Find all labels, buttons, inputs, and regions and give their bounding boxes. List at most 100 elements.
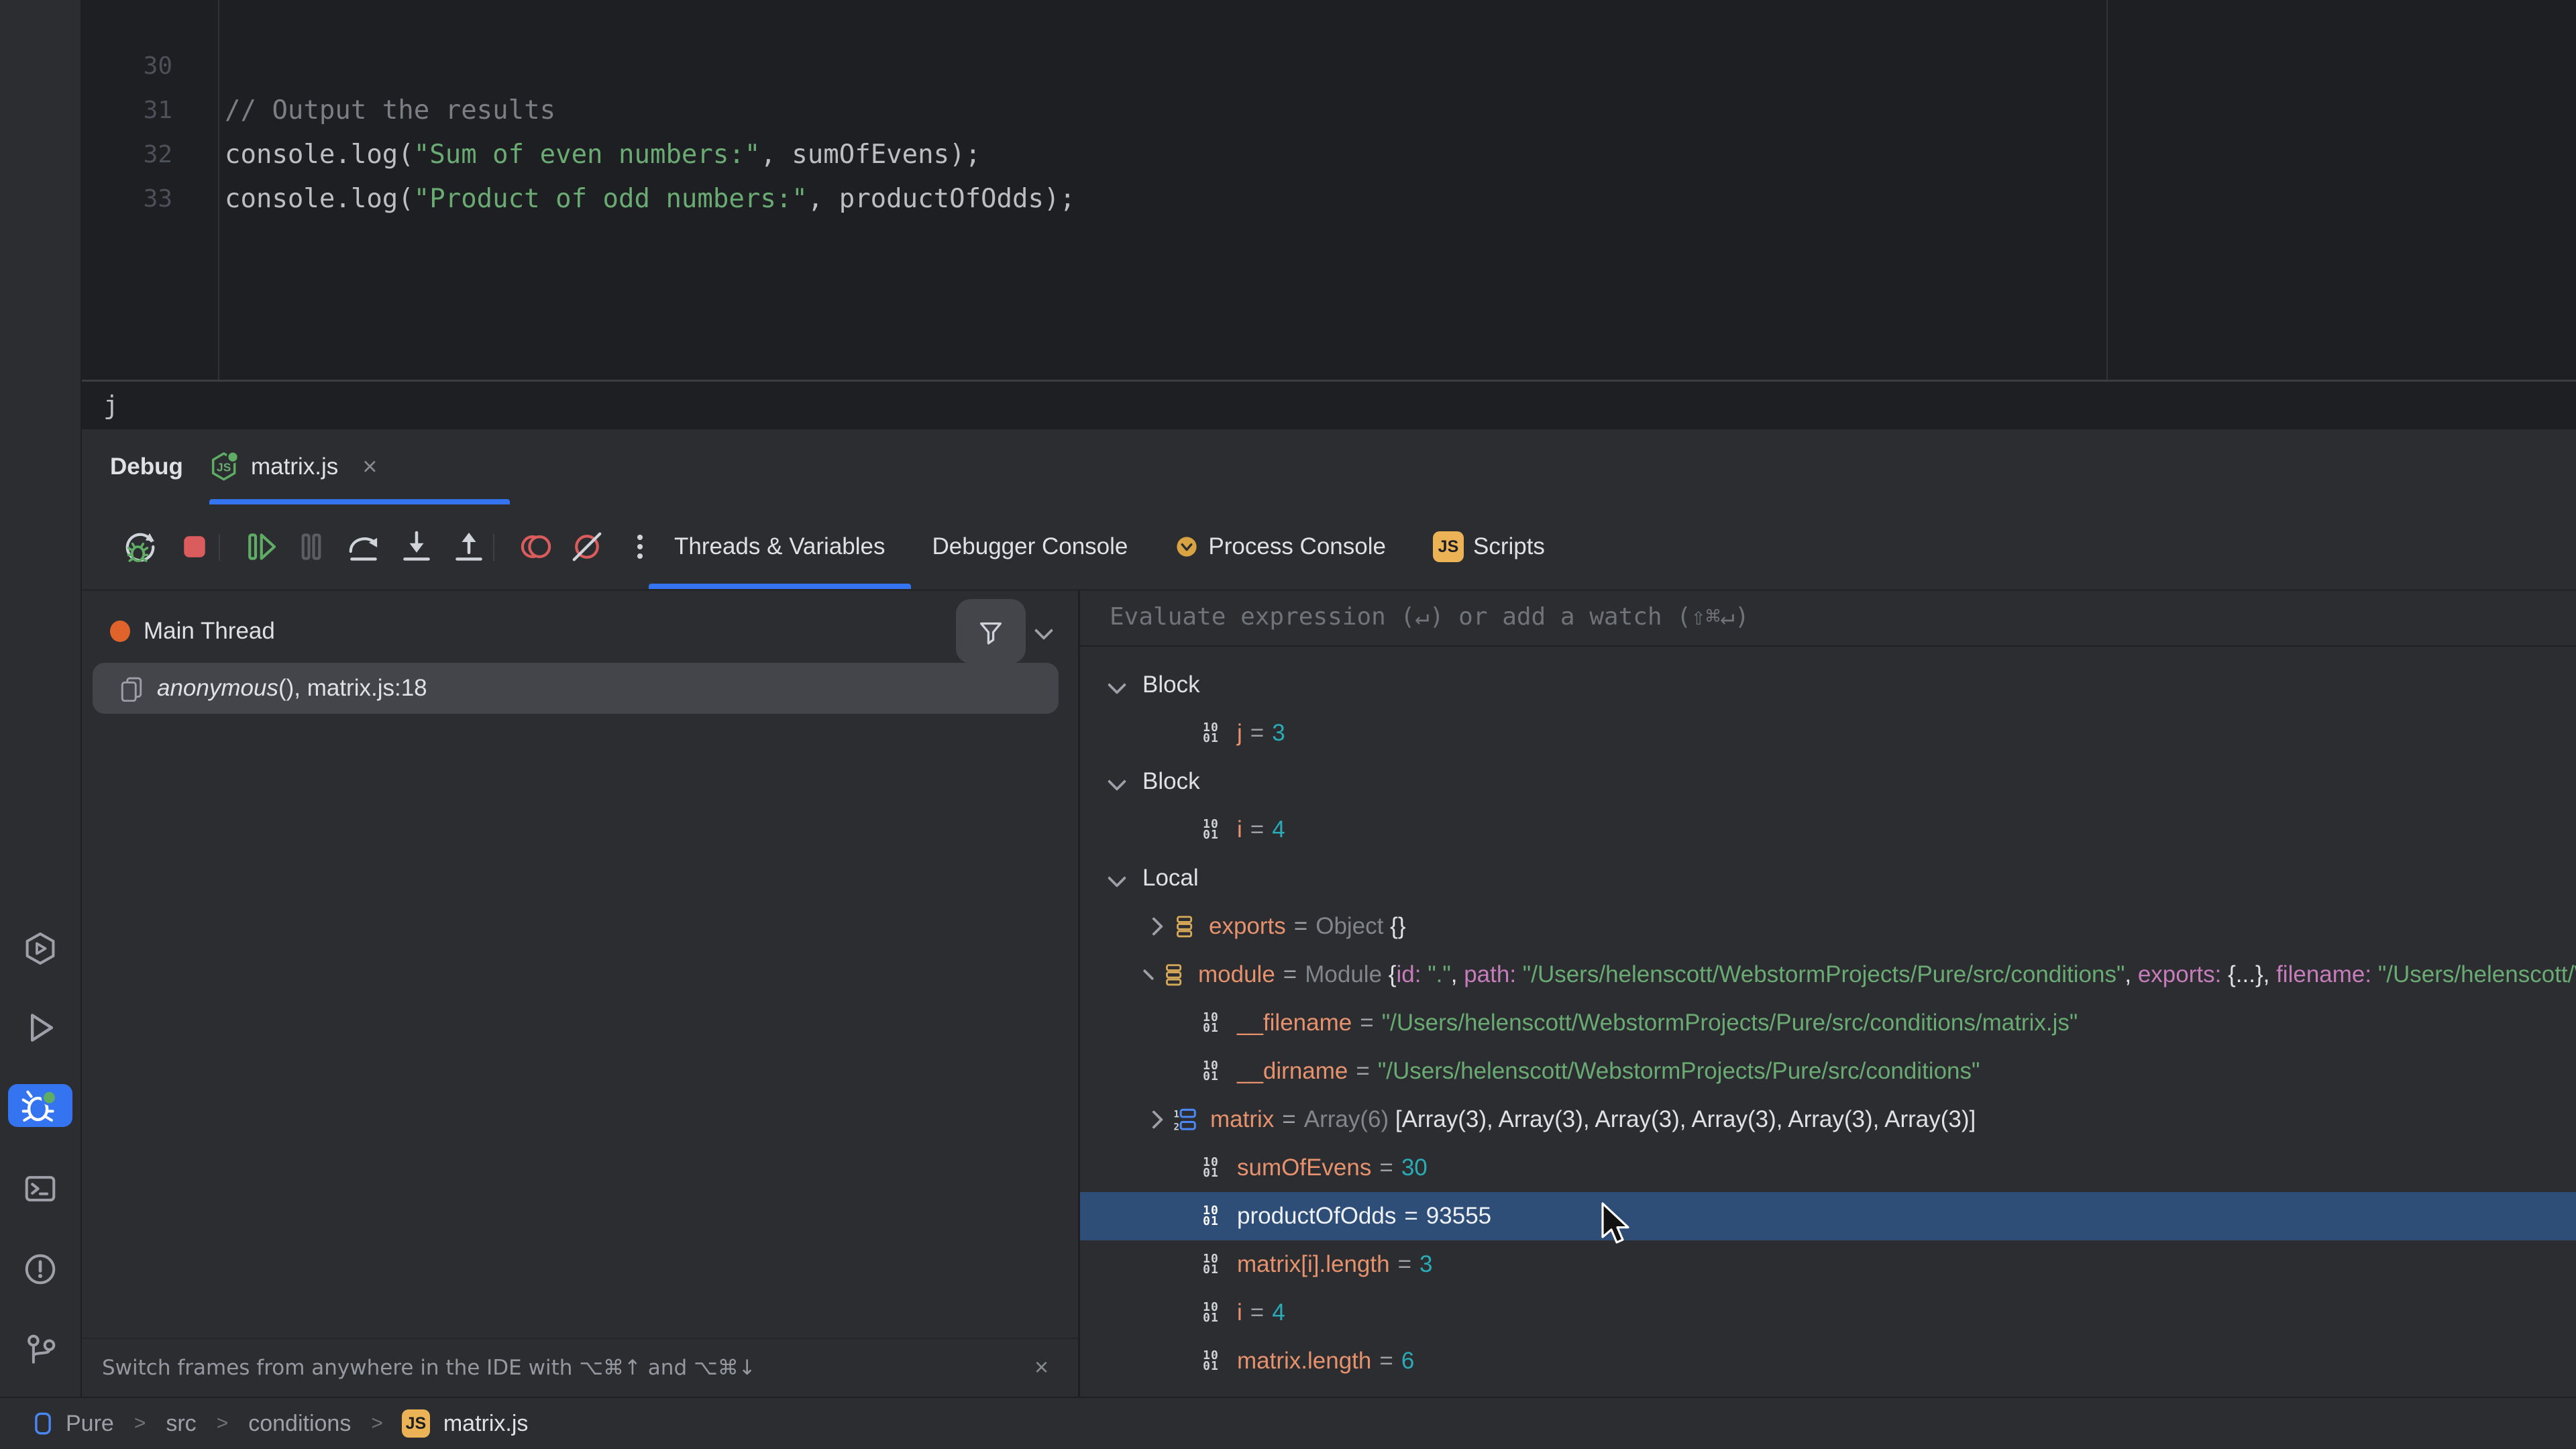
session-tab-label[interactable]: matrix.js — [251, 453, 338, 480]
evaluate-inline-row[interactable]: j — [82, 382, 2576, 429]
pause-icon[interactable] — [292, 528, 330, 566]
nodejs-icon: JS — [209, 451, 240, 483]
variable-row[interactable]: 1001 matrix[i].length = 3 — [1080, 1240, 2576, 1289]
version-control-button[interactable] — [8, 1328, 72, 1371]
thread-label[interactable]: Main Thread — [144, 590, 275, 672]
variables-panel: Evaluate expression (↵) or add a watch (… — [1080, 590, 2576, 1397]
problems-button[interactable] — [8, 1248, 72, 1291]
frame-function-name: anonymous — [157, 675, 278, 702]
primitive-icon: 1001 — [1197, 1012, 1225, 1034]
rerun-debug-icon[interactable] — [121, 528, 159, 566]
object-icon — [1161, 962, 1186, 987]
variable-row[interactable]: 1001 sumOfEvens = 30 — [1080, 1144, 2576, 1192]
scope-row[interactable]: Block — [1080, 661, 2576, 709]
services-icon — [22, 930, 58, 967]
editor-split-divider[interactable] — [2106, 0, 2108, 380]
variable-row[interactable]: module = Module {id: ".", path: "/Users/… — [1080, 951, 2576, 999]
code-line[interactable]: 30 // Output the results — [82, 0, 2094, 44]
code-line[interactable]: 33 — [82, 133, 2094, 177]
code-text: console.log("Product of odd numbers:", p… — [225, 177, 1075, 221]
chevron-down-icon[interactable] — [1108, 772, 1126, 791]
stack-frame-row[interactable]: anonymous(), matrix.js:18 — [93, 663, 1059, 714]
array-icon: 1 2 — [1171, 1107, 1198, 1132]
code-line[interactable]: 31 console.log("Sum of even numbers:", s… — [82, 44, 2094, 89]
chevron-right-icon: > — [134, 1412, 146, 1435]
terminal-button[interactable] — [8, 1167, 72, 1210]
filter-frames-button[interactable] — [956, 599, 1026, 663]
close-icon[interactable]: × — [362, 453, 377, 482]
toolbar-separator — [219, 534, 220, 561]
chevron-down-icon[interactable] — [1108, 869, 1126, 888]
evaluate-expression-field[interactable]: Evaluate expression (↵) or add a watch (… — [1080, 590, 2576, 647]
scope-row[interactable]: Local — [1080, 854, 2576, 902]
svg-text:2: 2 — [1174, 1122, 1180, 1132]
primitive-icon: 1001 — [1197, 1205, 1225, 1227]
chevron-right-icon[interactable] — [1144, 917, 1163, 936]
chevron-right-icon: > — [371, 1412, 383, 1435]
variable-row-selected[interactable]: 1001 productOfOdds = 93555 — [1080, 1192, 2576, 1240]
breadcrumb-item-project[interactable]: Pure — [66, 1411, 114, 1437]
chevron-right-icon[interactable] — [1143, 969, 1155, 981]
thread-selector[interactable]: Main Thread — [82, 590, 1078, 672]
debug-tool-button[interactable] — [8, 1084, 72, 1127]
debug-header: Debug JS matrix.js × — [82, 429, 2576, 504]
frames-panel: Main Thread anonymous(), matrix.js:18 Sw… — [82, 590, 1078, 1397]
more-options-icon[interactable] — [621, 528, 659, 566]
view-breakpoints-icon[interactable] — [517, 528, 555, 566]
toolbar-separator — [493, 534, 494, 561]
services-button[interactable] — [8, 927, 72, 970]
chevron-right-icon: > — [217, 1412, 229, 1435]
active-tab-indicator — [209, 499, 510, 504]
run-button[interactable] — [8, 1006, 72, 1049]
breadcrumb: Pure > src > conditions > JS matrix.js — [0, 1397, 2576, 1449]
tab-process-console[interactable]: Process Console — [1175, 504, 1386, 589]
primitive-icon: 1001 — [1197, 1302, 1225, 1324]
mute-breakpoints-icon[interactable] — [568, 528, 606, 566]
js-file-icon: JS — [402, 1409, 430, 1438]
step-over-icon[interactable] — [345, 528, 382, 566]
variable-row[interactable]: 1001 __dirname = "/Users/helenscott/Webs… — [1080, 1047, 2576, 1095]
breadcrumb-item-file[interactable]: matrix.js — [443, 1411, 529, 1437]
code-line[interactable]: 32 console.log("Product of odd numbers:"… — [82, 89, 2094, 133]
session-tab-matrix-js[interactable]: JS matrix.js × — [209, 429, 510, 504]
resume-icon[interactable] — [241, 528, 279, 566]
chevron-right-icon[interactable] — [1144, 1110, 1163, 1129]
variable-row[interactable]: 1001 i = 4 — [1080, 806, 2576, 854]
line-number[interactable]: 33 — [82, 177, 172, 221]
primitive-icon: 1001 — [1197, 1157, 1225, 1179]
close-icon[interactable]: × — [1034, 1339, 1049, 1395]
js-file-icon: JS — [1433, 531, 1464, 562]
active-tab-indicator — [649, 584, 911, 589]
object-icon — [1171, 914, 1197, 939]
git-branch-icon — [22, 1332, 58, 1368]
breadcrumb-item-conditions[interactable]: conditions — [248, 1411, 351, 1437]
debugger-view-tabs: Threads & Variables Debugger Console Pro… — [674, 504, 1545, 589]
svg-text:1: 1 — [1174, 1109, 1180, 1120]
tab-debugger-console[interactable]: Debugger Console — [932, 504, 1128, 589]
frame-icon — [118, 675, 145, 702]
variable-row[interactable]: 1001 __filename = "/Users/helenscott/Web… — [1080, 999, 2576, 1047]
tab-scripts[interactable]: JS Scripts — [1433, 504, 1545, 589]
breadcrumb-item-src[interactable]: src — [166, 1411, 196, 1437]
hint-banner: Switch frames from anywhere in the IDE w… — [82, 1338, 1078, 1398]
stop-icon[interactable] — [176, 528, 213, 566]
mouse-cursor — [1600, 1202, 1632, 1250]
code-editor[interactable]: 30 // Output the results 31 console.log(… — [82, 0, 2576, 382]
chevron-down-icon[interactable] — [1108, 676, 1126, 694]
scope-row[interactable]: Block — [1080, 757, 2576, 806]
tab-threads-variables[interactable]: Threads & Variables — [674, 504, 885, 589]
inline-text[interactable]: j — [103, 382, 119, 429]
problems-icon — [22, 1251, 58, 1287]
terminal-icon — [22, 1171, 58, 1207]
variable-row[interactable]: 1001 i = 4 — [1080, 1289, 2576, 1337]
run-icon — [22, 1010, 58, 1046]
hint-text: Switch frames from anywhere in the IDE w… — [102, 1339, 756, 1397]
variable-row[interactable]: 1001 j = 3 — [1080, 709, 2576, 757]
variable-row[interactable]: 1 2 matrix = Array(6) [Array(3), Array(3… — [1080, 1095, 2576, 1144]
step-into-icon[interactable] — [398, 528, 435, 566]
variable-row[interactable]: 1001 matrix.length = 6 — [1080, 1337, 2576, 1385]
project-icon — [31, 1410, 55, 1437]
variable-row[interactable]: exports = Object {} — [1080, 902, 2576, 951]
chevron-down-icon[interactable] — [1034, 621, 1053, 640]
step-out-icon[interactable] — [450, 528, 488, 566]
